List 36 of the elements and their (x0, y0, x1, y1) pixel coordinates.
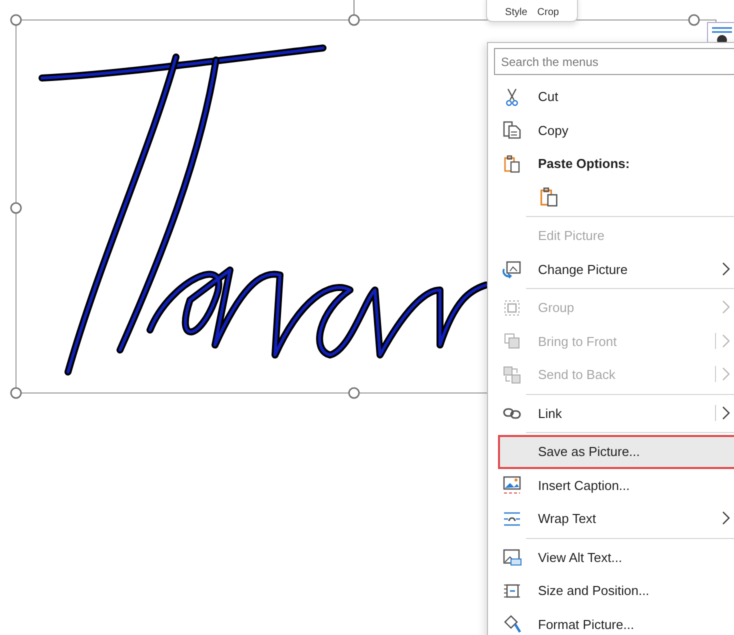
search-field[interactable]: Search the menus (494, 48, 734, 75)
bring-front-icon (502, 331, 522, 352)
toolbar-label[interactable]: Crop (537, 8, 559, 18)
menu-item[interactable]: Size and Position... (494, 574, 734, 608)
change-picture-icon (502, 259, 522, 280)
chevron-right-icon (722, 406, 730, 420)
menu-item[interactable]: Format Picture... (494, 608, 734, 635)
menu-item[interactable]: Wrap Text (494, 502, 734, 536)
menu-item[interactable]: View Alt Text... (494, 540, 734, 574)
send-back-icon (502, 364, 522, 385)
chevron-right-icon (722, 262, 730, 276)
chevron-right-icon (722, 334, 730, 348)
resize-handle[interactable] (10, 14, 22, 26)
menu-item[interactable]: Change Picture (494, 252, 734, 286)
resize-handle[interactable] (10, 202, 22, 214)
menu-item[interactable]: Link (494, 396, 734, 430)
caption-icon (502, 475, 522, 496)
chevron-right-icon (722, 367, 730, 381)
paste-option-icon[interactable] (538, 186, 560, 208)
section-header: Paste Options: (538, 155, 630, 173)
copy-icon (502, 120, 522, 140)
menu-item[interactable]: Copy (494, 114, 734, 147)
menu-item[interactable]: Save as Picture... (498, 435, 734, 468)
chevron-right-icon (722, 511, 730, 525)
toolbar-label[interactable]: Style (505, 8, 528, 18)
menu-item[interactable]: Insert Caption... (494, 468, 734, 502)
resize-handle[interactable] (10, 387, 22, 399)
group-icon (502, 298, 522, 318)
resize-handle[interactable] (688, 14, 700, 26)
format-picture-icon (502, 614, 522, 634)
clipboard-icon (502, 154, 522, 174)
resize-handle[interactable] (348, 387, 360, 399)
chevron-right-icon (722, 300, 730, 314)
menu-item[interactable]: Cut (494, 80, 734, 114)
resize-handle[interactable] (348, 14, 360, 26)
alt-text-icon (502, 547, 522, 568)
